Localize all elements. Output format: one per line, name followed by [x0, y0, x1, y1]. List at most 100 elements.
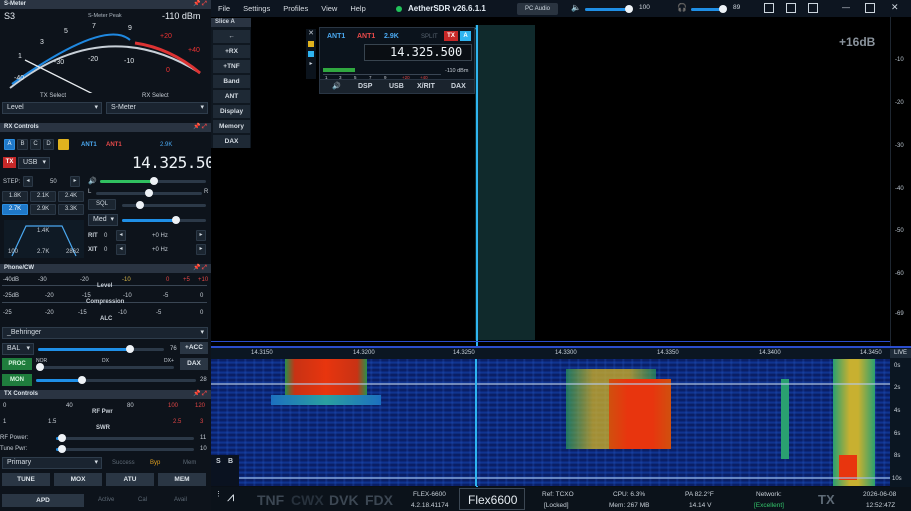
ant-button[interactable]: ANT	[213, 90, 250, 103]
lock-icon[interactable]	[58, 139, 69, 150]
tx-select-dropdown[interactable]: Level	[2, 102, 102, 114]
filter-2.4k[interactable]: 2.4K	[58, 191, 84, 202]
panel-right-icon[interactable]	[808, 3, 818, 13]
lock-icon[interactable]	[308, 41, 314, 47]
tx-profile-dropdown[interactable]: Primary	[2, 457, 102, 469]
pc-audio-button[interactable]: PC Audio	[517, 3, 558, 15]
agc-dropdown[interactable]: Med	[88, 214, 118, 226]
add-rx-button[interactable]: +RX	[213, 45, 250, 58]
menu-help[interactable]: Help	[350, 4, 365, 13]
float-icon[interactable]: 📌 ⤢	[193, 123, 207, 132]
rx-ant1[interactable]: ANT1	[81, 142, 97, 148]
record-icon[interactable]	[308, 51, 314, 57]
rit-down-button[interactable]: ◂	[116, 230, 126, 241]
mon-level-slider[interactable]	[36, 376, 196, 384]
filter-2.7k[interactable]: 2.7K	[2, 204, 28, 215]
slice-c-button[interactable]: C	[30, 139, 41, 150]
master-volume-slider[interactable]	[585, 5, 633, 13]
tnf-flag[interactable]: TNF	[257, 492, 284, 508]
minimize-icon[interactable]: —	[842, 3, 850, 12]
vfo-dax-tab[interactable]: DAX	[451, 83, 466, 90]
vfo-rx-ant[interactable]: ANT1	[327, 33, 345, 40]
menu-view[interactable]: View	[321, 4, 337, 13]
menu-settings[interactable]: Settings	[243, 4, 270, 13]
mic-bal-dropdown[interactable]: BAL	[2, 343, 34, 355]
sql-slider[interactable]	[122, 201, 206, 209]
live-button[interactable]: LIVE	[890, 349, 911, 358]
dvk-flag[interactable]: DVK	[329, 492, 359, 508]
fdx-flag[interactable]: FDX	[365, 492, 393, 508]
band-button[interactable]: Band	[213, 75, 250, 88]
wf-s-button[interactable]: S	[216, 458, 221, 465]
cwx-flag[interactable]: CWX	[291, 492, 324, 508]
headphone-icon[interactable]: 🎧	[677, 3, 687, 12]
mox-button[interactable]: MOX	[54, 473, 102, 486]
add-tnf-button[interactable]: +TNF	[213, 60, 250, 73]
pan-slider[interactable]	[96, 189, 202, 197]
close-icon[interactable]: ✕	[891, 2, 899, 13]
mic-level-slider[interactable]	[38, 345, 164, 353]
memory-button[interactable]: Memory	[213, 120, 250, 133]
atu-button[interactable]: ATU	[106, 473, 154, 486]
sql-button[interactable]: SQL	[88, 199, 116, 210]
waterfall[interactable]: S B	[211, 359, 890, 486]
filter-2.9k[interactable]: 2.9K	[30, 204, 56, 215]
slice-d-button[interactable]: D	[43, 139, 54, 150]
filter-3.3k[interactable]: 3.3K	[58, 204, 84, 215]
slice-a-button[interactable]: A	[4, 139, 15, 150]
headphone-volume-slider[interactable]	[691, 5, 727, 13]
agc-threshold-slider[interactable]	[122, 216, 206, 224]
display-button[interactable]: Display	[213, 105, 250, 118]
tune-button[interactable]: TUNE	[2, 473, 50, 486]
filter-1.8k[interactable]: 1.8K	[2, 191, 28, 202]
play-icon[interactable]: ▸	[306, 60, 316, 67]
vfo-tx-button[interactable]: TX	[444, 31, 458, 41]
float-icon[interactable]: 📌 ⤢	[193, 390, 207, 399]
dax-button[interactable]: DAX	[180, 358, 208, 370]
rf-power-slider[interactable]	[56, 434, 194, 442]
vfo-tx-ant[interactable]: ANT1	[357, 33, 375, 40]
speaker-icon[interactable]: 🔈	[571, 3, 581, 12]
rx-frequency[interactable]: 14.325.500	[132, 153, 224, 172]
maximize-icon[interactable]	[865, 3, 875, 13]
vfo-mode-tab[interactable]: USB	[389, 83, 404, 90]
proc-slider[interactable]	[36, 363, 174, 371]
grip-icon[interactable]: ⋮	[215, 490, 222, 498]
tx-ant[interactable]: ANT1	[106, 142, 122, 148]
acc-button[interactable]: +ACC	[180, 342, 208, 354]
rx-mode-dropdown[interactable]: USB	[18, 157, 50, 169]
mon-button[interactable]: MON	[2, 374, 32, 386]
menu-profiles[interactable]: Profiles	[283, 4, 308, 13]
speaker-icon[interactable]: 🔊	[88, 177, 97, 185]
rit-up-button[interactable]: ▸	[196, 230, 206, 241]
menu-file[interactable]: File	[218, 4, 230, 13]
close-icon[interactable]: ✕	[306, 29, 316, 37]
wf-b-button[interactable]: B	[228, 458, 233, 465]
tune-power-slider[interactable]	[56, 445, 194, 453]
xit-down-button[interactable]: ◂	[116, 244, 126, 255]
vfo-audio-icon[interactable]: 🔊	[332, 82, 341, 90]
vfo-xrit-tab[interactable]: X/RIT	[417, 83, 435, 90]
dax-slice-button[interactable]: DAX	[213, 135, 250, 148]
step-up-button[interactable]: ▸	[70, 176, 80, 187]
panel-split-icon[interactable]	[786, 3, 796, 13]
float-icon[interactable]: 📌 ⤢	[193, 0, 207, 9]
mic-source-dropdown[interactable]: _Behringer	[2, 327, 208, 339]
vfo-slice-letter[interactable]: A	[460, 31, 471, 41]
frequency-axis[interactable]: 14.3150 14.3200 14.3250 14.3300 14.3350 …	[211, 346, 911, 359]
af-gain-slider[interactable]	[100, 177, 206, 185]
filter-2.1k[interactable]: 2.1K	[30, 191, 56, 202]
panel-left-icon[interactable]	[764, 3, 774, 13]
apd-button[interactable]: APD	[2, 494, 84, 507]
slice-b-button[interactable]: B	[17, 139, 28, 150]
mem-button[interactable]: MEM	[158, 473, 206, 486]
vfo-dsp-tab[interactable]: DSP	[358, 83, 372, 90]
vfo-frequency[interactable]: 14.325.500	[364, 44, 472, 61]
spectrum-add-icon[interactable]: ⩘	[227, 489, 234, 505]
vfo-split[interactable]: SPLIT	[421, 34, 438, 40]
float-icon[interactable]: 📌 ⤢	[193, 264, 207, 273]
rx-select-dropdown[interactable]: S-Meter	[106, 102, 208, 114]
step-down-button[interactable]: ◂	[23, 176, 33, 187]
radio-name-box[interactable]: Flex6600	[459, 488, 525, 510]
panadapter[interactable]: ▾ +16dB	[211, 17, 911, 495]
